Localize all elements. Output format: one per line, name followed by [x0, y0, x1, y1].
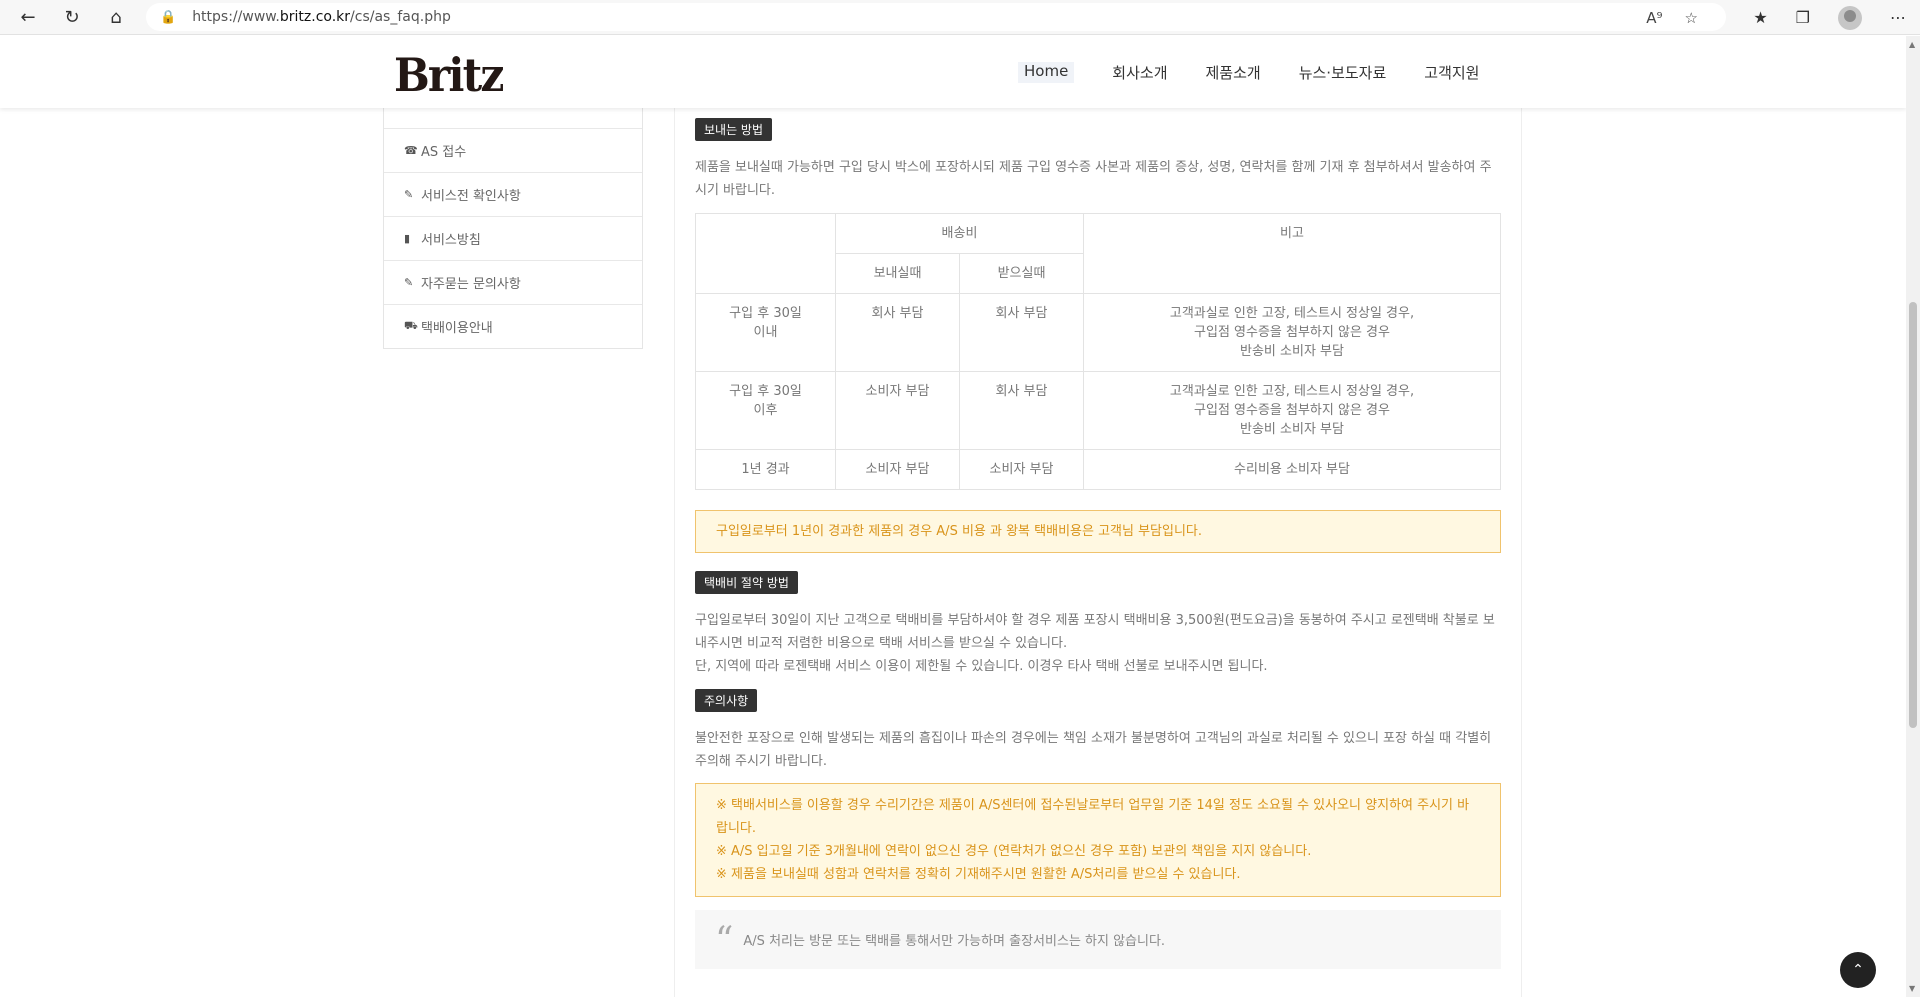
page: 보내는 방법 제품을 보내실때 가능하면 구입 당시 박스에 포장하시되 제품 … — [0, 36, 1906, 997]
receive-cost-cell: 회사 부담 — [959, 371, 1084, 450]
shipping-cost-table: 배송비 비고 보내실때 받으실때 구입 후 30일이내 회사 부담 회사 부담 … — [695, 213, 1501, 490]
sidebar-item-label: 서비스전 확인사항 — [421, 189, 521, 204]
sidebar-item-label: 서비스방침 — [421, 233, 481, 248]
send-method-tag: 보내는 방법 — [695, 118, 773, 141]
saving-tag: 택배비 절약 방법 — [695, 571, 798, 594]
note-item: ※ 택배서비스를 이용할 경우 수리기간은 제품이 A/S센터에 접수된날로부터… — [716, 798, 1470, 836]
remark-cell: 구입점 영수증을 첨부하지 않은 경우 — [1194, 403, 1390, 418]
read-aloud-icon[interactable]: A⁹ — [1646, 9, 1662, 27]
period-cell: 1년 경과 — [695, 449, 836, 490]
url-prefix: https://www. — [192, 9, 280, 25]
nav-news[interactable]: 뉴스·보도자료 — [1299, 62, 1387, 83]
url-path: /cs/as_faq.php — [350, 9, 451, 25]
nav-products[interactable]: 제품소개 — [1206, 62, 1261, 83]
truck-icon: ⛟ — [404, 319, 418, 332]
browser-toolbar: ← ↻ ⌂ 🔒 https://www. britz.co.kr/cs/as_fa… — [0, 0, 1920, 35]
sidebar-item-delivery[interactable]: ⛟ 택배이용안내 — [384, 304, 642, 348]
refresh-icon[interactable]: ↻ — [50, 0, 94, 35]
collections-icon[interactable]: ❐ — [1796, 8, 1810, 27]
period-cell: 구입 후 30일 — [729, 384, 802, 399]
period-cell: 이내 — [753, 325, 778, 340]
caution-text: 불안전한 포장으로 인해 발생되는 제품의 흠집이나 파손의 경우에는 책임 소… — [695, 731, 1492, 769]
remark-cell: 반송비 소비자 부담 — [1240, 422, 1344, 437]
service-notes: ※ 택배서비스를 이용할 경우 수리기간은 제품이 A/S센터에 접수된날로부터… — [695, 783, 1501, 897]
nav-home[interactable]: Home — [1018, 62, 1075, 83]
remark-cell: 고객과실로 인한 고장, 테스트시 정상일 경우, — [1169, 384, 1415, 399]
file-icon: ▮ — [404, 232, 411, 245]
sidebar-item-policy[interactable]: ▮ 서비스방침 — [384, 216, 642, 260]
send-method-text: 제품을 보내실때 가능하면 구입 당시 박스에 포장하시되 제품 구입 영수증 … — [695, 160, 1492, 198]
remark-cell: 고객과실로 인한 고장, 테스트시 정상일 경우, — [1169, 306, 1415, 321]
favorites-icon[interactable]: ★ — [1753, 8, 1767, 27]
table-head-remark: 비고 — [1083, 213, 1501, 294]
scroll-to-top-button[interactable]: ⌃ — [1840, 952, 1876, 988]
sidebar-item-label: AS 접수 — [421, 145, 467, 160]
quote-icon: “ — [715, 919, 734, 961]
receive-cost-cell: 회사 부담 — [959, 293, 1084, 372]
sidebar-item-label: 택배이용안내 — [421, 321, 493, 336]
britz-logo[interactable]: Britz — [394, 48, 504, 102]
saving-text-2: 단, 지역에 따라 로젠택배 서비스 이용이 제한될 수 있습니다. 이경우 타… — [695, 659, 1268, 674]
quote-text: A/S 처리는 방문 또는 택배를 통해서만 가능하며 출장서비스는 하지 않습… — [743, 934, 1166, 949]
table-row: 구입 후 30일이후 소비자 부담 회사 부담 고객과실로 인한 고장, 테스트… — [695, 371, 1501, 450]
table-row: 구입 후 30일이내 회사 부담 회사 부담 고객과실로 인한 고장, 테스트시… — [695, 293, 1501, 372]
address-bar[interactable]: 🔒 https://www. britz.co.kr/cs/as_faq.php … — [146, 3, 1726, 31]
note-item: ※ 제품을 보내실때 성함과 연락처를 정확히 기재해주시면 원활한 A/S처리… — [716, 867, 1241, 882]
table-head-shipping: 배송비 — [835, 213, 1084, 254]
saving-text-1: 구입일로부터 30일이 지난 고객으로 택배비를 부담하셔야 할 경우 제품 포… — [695, 613, 1495, 651]
edit-icon: ✎ — [404, 276, 414, 289]
sidebar-item-as[interactable]: ☎ AS 접수 — [384, 128, 642, 172]
favorite-star-icon[interactable]: ☆ — [1685, 9, 1698, 27]
back-icon[interactable]: ← — [6, 0, 50, 35]
nav-company[interactable]: 회사소개 — [1112, 62, 1167, 83]
send-cost-cell: 소비자 부담 — [835, 371, 960, 450]
quote-box: “ A/S 처리는 방문 또는 택배를 통해서만 가능하며 출장서비스는 하지 … — [695, 910, 1501, 969]
period-cell: 이후 — [753, 403, 778, 418]
one-year-notice: 구입일로부터 1년이 경과한 제품의 경우 A/S 비용 과 왕복 택배비용은 … — [695, 510, 1501, 553]
sidebar-item-faq[interactable]: ✎ 자주묻는 문의사항 — [384, 260, 642, 304]
url-domain: britz.co.kr — [279, 9, 351, 25]
sidebar-item-precheck[interactable]: ✎ 서비스전 확인사항 — [384, 172, 642, 216]
scrollbar-thumb[interactable] — [1909, 302, 1917, 728]
scroll-down-icon[interactable]: ▼ — [1909, 984, 1915, 993]
main-content: 보내는 방법 제품을 보내실때 가능하면 구입 당시 박스에 포장하시되 제품 … — [674, 36, 1522, 997]
note-item: ※ A/S 입고일 기준 3개월내에 연락이 없으신 경우 (연락처가 없으신 … — [716, 844, 1312, 859]
remark-cell: 구입점 영수증을 첨부하지 않은 경우 — [1194, 325, 1390, 340]
remark-cell: 반송비 소비자 부담 — [1240, 344, 1344, 359]
remark-cell: 수리비용 소비자 부담 — [1083, 449, 1501, 490]
home-icon[interactable]: ⌂ — [94, 0, 138, 35]
send-cost-cell: 회사 부담 — [835, 293, 960, 372]
scroll-up-icon[interactable]: ▲ — [1909, 40, 1915, 49]
table-head-send: 보내실때 — [835, 253, 960, 294]
edit-icon: ✎ — [404, 188, 414, 201]
sidebar-item-label: 자주묻는 문의사항 — [421, 277, 521, 292]
more-icon[interactable]: ⋯ — [1890, 8, 1906, 27]
table-head-receive: 받으실때 — [959, 253, 1084, 294]
phone-icon: ☎ — [404, 144, 418, 157]
receive-cost-cell: 소비자 부담 — [959, 449, 1084, 490]
caution-tag: 주의사항 — [695, 689, 758, 712]
site-header: Britz Home 회사소개 제품소개 뉴스·보도자료 고객지원 — [0, 36, 1906, 108]
table-corner — [695, 213, 836, 294]
table-row: 1년 경과 소비자 부담 소비자 부담 수리비용 소비자 부담 — [695, 449, 1501, 490]
send-cost-cell: 소비자 부담 — [835, 449, 960, 490]
page-scrollbar[interactable]: ▲ ▼ — [1906, 36, 1920, 997]
main-nav: Home 회사소개 제품소개 뉴스·보도자료 고객지원 — [1018, 62, 1517, 83]
profile-avatar[interactable] — [1838, 5, 1862, 30]
nav-support[interactable]: 고객지원 — [1424, 62, 1479, 83]
period-cell: 구입 후 30일 — [729, 306, 802, 321]
sidebar: ☎ AS 접수 ✎ 서비스전 확인사항 ▮ 서비스방침 ✎ 자주묻는 문의사항 … — [383, 88, 643, 349]
lock-icon: 🔒 — [160, 9, 177, 25]
